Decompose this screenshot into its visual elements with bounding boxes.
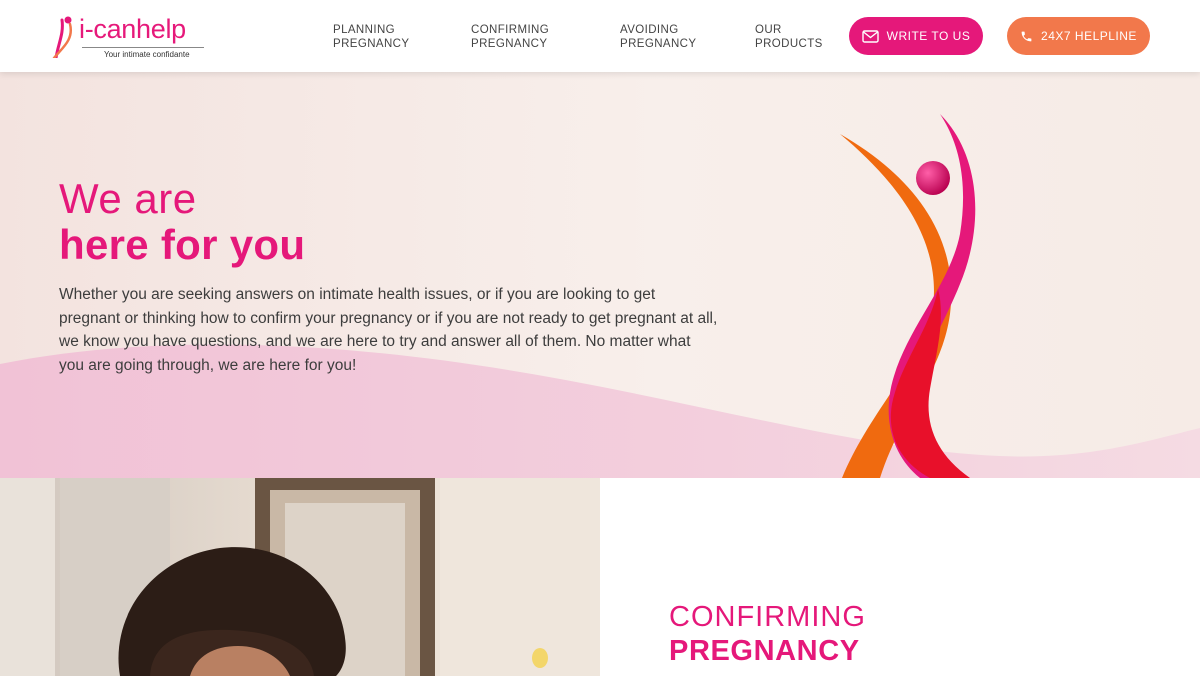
section-title-line1: CONFIRMING bbox=[669, 601, 866, 633]
hero-wave-background bbox=[0, 344, 1200, 478]
helpline-label: 24X7 HELPLINE bbox=[1041, 29, 1137, 43]
nav-label-line1: AVOIDING bbox=[620, 24, 679, 36]
woman-photo bbox=[0, 478, 600, 676]
phone-icon bbox=[1021, 31, 1032, 41]
brand-logo[interactable]: i-canhelp Your intimate confidante bbox=[52, 12, 212, 62]
nav-label-line2: PREGNANCY bbox=[471, 38, 548, 50]
logo-tagline: Your intimate confidante bbox=[104, 50, 190, 59]
logo-divider bbox=[82, 47, 204, 48]
write-to-us-label: WRITE TO US bbox=[886, 29, 971, 43]
hero-section: We are here for you Whether you are seek… bbox=[0, 72, 1200, 478]
mail-icon bbox=[861, 29, 879, 43]
hero-description: Whether you are seeking answers on intim… bbox=[59, 286, 718, 374]
hero-title-line1: We are bbox=[59, 175, 197, 222]
nav-label-line2: PRODUCTS bbox=[755, 38, 823, 50]
site-header: i-canhelp Your intimate confidante PLANN… bbox=[0, 0, 1200, 72]
nav-confirming-pregnancy[interactable]: CONFIRMING PREGNANCY bbox=[471, 23, 549, 51]
nav-label-line2: PREGNANCY bbox=[333, 38, 410, 50]
section-title-line2: PREGNANCY bbox=[669, 635, 860, 667]
nav-planning-pregnancy[interactable]: PLANNING PREGNANCY bbox=[333, 23, 409, 51]
nav-avoiding-pregnancy[interactable]: AVOIDING PREGNANCY bbox=[620, 23, 696, 51]
hero-title-line2: here for you bbox=[59, 221, 306, 268]
helpline-button[interactable]: 24X7 HELPLINE bbox=[1007, 17, 1150, 55]
nav-label-line2: PREGNANCY bbox=[620, 38, 697, 50]
nav-label-line1: OUR bbox=[755, 24, 782, 36]
confirming-pregnancy-section: CONFIRMING PREGNANCY bbox=[600, 478, 1200, 676]
write-to-us-button[interactable]: WRITE TO US bbox=[849, 17, 983, 55]
photo-illustration bbox=[0, 478, 600, 676]
nav-label-line1: CONFIRMING bbox=[471, 24, 550, 36]
nav-our-products[interactable]: OUR PRODUCTS bbox=[755, 23, 823, 51]
hero-figure-illustration bbox=[840, 114, 976, 478]
nav-label-line1: PLANNING bbox=[333, 24, 395, 36]
logo-wordmark: i-canhelp bbox=[79, 14, 186, 44]
logo-figure-icon bbox=[52, 16, 73, 58]
